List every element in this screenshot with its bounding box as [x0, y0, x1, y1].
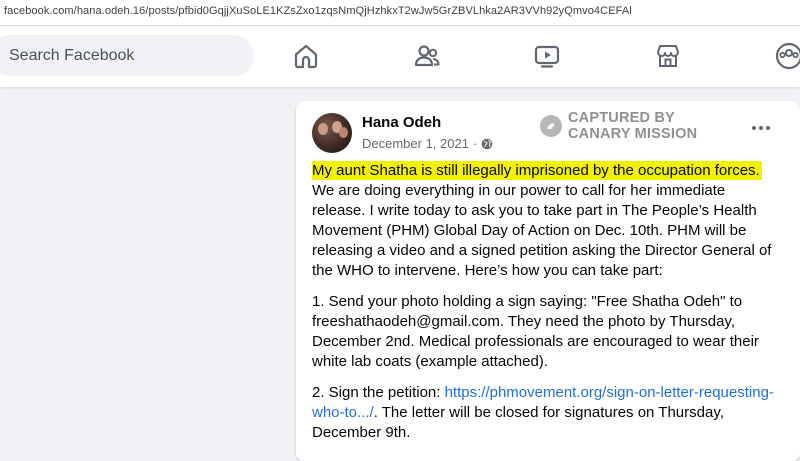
- dot-icon: [759, 126, 763, 130]
- post-paragraph-3: 2. Sign the petition: https://phmovement…: [312, 383, 782, 443]
- url-text[interactable]: facebook.com/hana.odeh.16/posts/pfbid0Gq…: [4, 5, 632, 17]
- globe-icon[interactable]: [481, 138, 493, 150]
- captured-by-watermark: CAPTURED BY CANARY MISSION: [540, 110, 697, 142]
- post-paragraph-1: My aunt Shatha is still illegally impris…: [312, 161, 782, 281]
- dot-icon: [766, 126, 770, 130]
- groups-icon[interactable]: [774, 41, 800, 71]
- avatar[interactable]: [312, 113, 352, 153]
- marketplace-icon[interactable]: [653, 41, 683, 71]
- top-navbar: [0, 26, 800, 87]
- post-paragraph-2: 1. Send your photo holding a sign saying…: [312, 293, 759, 370]
- friends-icon[interactable]: [412, 41, 442, 71]
- post-date[interactable]: December 1, 2021: [362, 136, 469, 151]
- post-text: My aunt Shatha is still illegally impris…: [312, 161, 782, 454]
- highlighted-text: My aunt Shatha is still illegally impris…: [312, 161, 762, 180]
- post-author[interactable]: Hana Odeh: [362, 114, 441, 131]
- dot-icon: [752, 126, 756, 130]
- paragraph-3-prefix: 2. Sign the petition:: [312, 384, 445, 401]
- paragraph-3-suffix: . The letter will be closed for signatur…: [312, 404, 724, 441]
- home-icon[interactable]: [291, 41, 321, 71]
- post-meta: December 1, 2021 ·: [362, 136, 493, 151]
- watch-icon[interactable]: [532, 41, 562, 71]
- post-card: Hana Odeh December 1, 2021 · CAPTURED BY…: [296, 101, 800, 461]
- address-bar[interactable]: facebook.com/hana.odeh.16/posts/pfbid0Gq…: [0, 0, 800, 26]
- search-input[interactable]: [9, 46, 229, 65]
- canary-mission-logo-icon: [540, 115, 562, 137]
- meta-separator: ·: [472, 136, 478, 151]
- watermark-line-2: CANARY MISSION: [568, 126, 698, 142]
- search-box[interactable]: [0, 35, 254, 76]
- watermark-line-1: CAPTURED BY: [568, 110, 675, 126]
- more-options-button[interactable]: [752, 123, 780, 133]
- paragraph-1-rest: We are doing everything in our power to …: [312, 182, 772, 279]
